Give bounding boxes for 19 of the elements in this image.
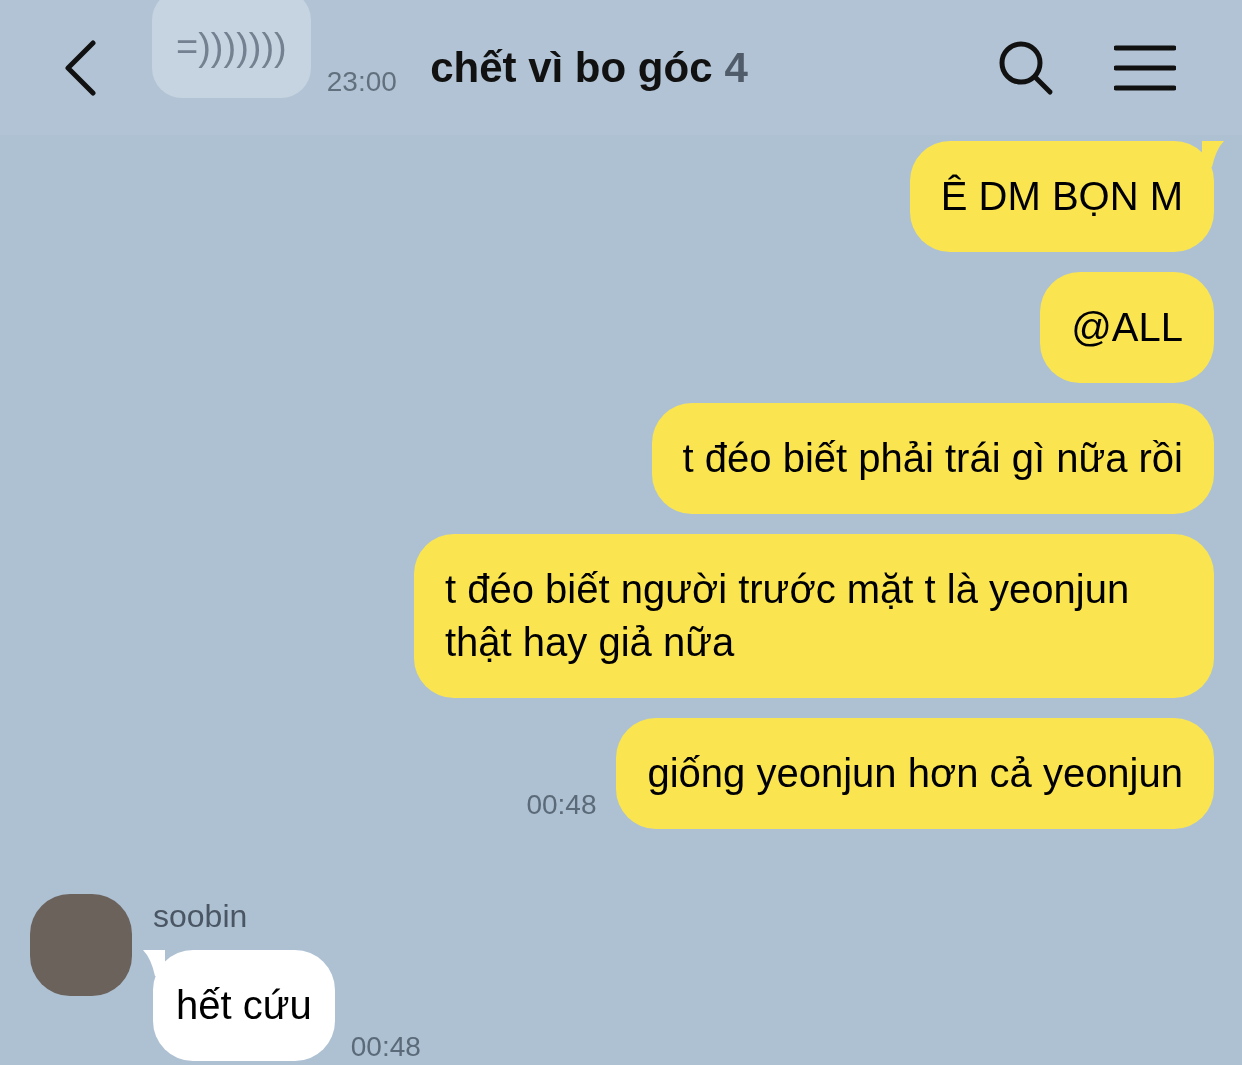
back-icon [63,39,97,96]
member-count: 4 [724,43,748,93]
message-bubble: t đéo biết phải trái gì nữa rồi [651,403,1214,514]
message-bubble: hết cứu [153,950,335,1061]
message-bubble: @ALL [1040,272,1214,383]
avatar-placeholder[interactable] [30,894,132,996]
sender-name: soobin [153,900,249,932]
message-time: 00:48 [526,791,597,819]
message-bubble: t đéo biết người trước mặt t là yeonjun thật hay giả nữa [414,534,1214,698]
message-bubble: Ê DM BỌN M [909,141,1214,252]
message-bubble: =))))))) [152,0,311,98]
message-time: 00:48 [350,1033,421,1061]
search-button[interactable] [998,39,1054,96]
chat-title: chết vì bo góc [430,43,713,93]
menu-button[interactable] [1114,43,1176,92]
message-bubble: giống yeonjun hơn cả yeonjun [616,718,1214,829]
menu-icon [1114,43,1176,92]
search-icon [998,39,1054,96]
message-time: 23:00 [326,68,397,96]
